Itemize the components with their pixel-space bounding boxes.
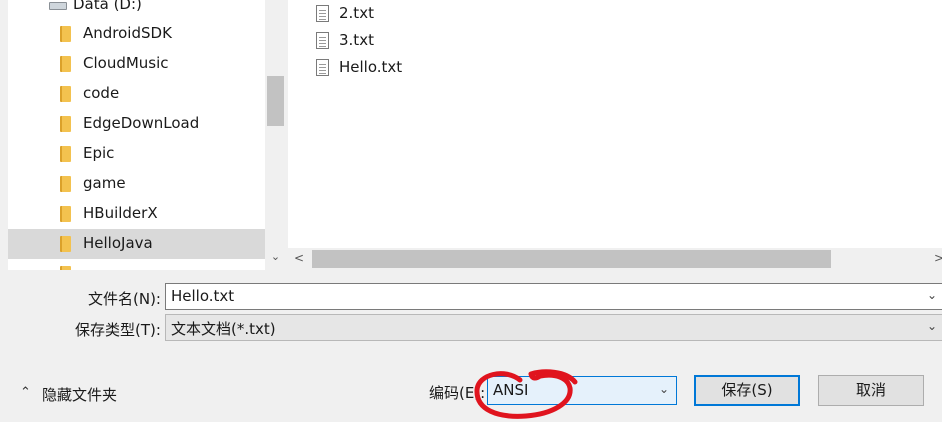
tree-item-label: game — [83, 174, 126, 192]
tree-item-folder-selected[interactable]: HelloJava — [8, 229, 265, 259]
tree-item-label: Data (D:) — [73, 0, 142, 13]
filetype-label: 保存类型(T): — [75, 321, 161, 339]
folder-icon — [60, 206, 71, 222]
text-file-icon — [316, 5, 329, 22]
file-name: Hello.txt — [339, 58, 403, 76]
navigation-tree[interactable]: Data (D:) AndroidSDK CloudMusic code Edg… — [8, 0, 265, 270]
tree-item-label: code — [83, 84, 120, 102]
filename-label: 文件名(N): — [88, 290, 161, 308]
chevron-down-icon: ⌄ — [658, 382, 669, 396]
file-list[interactable]: 2.txt 3.txt Hello.txt — [288, 0, 942, 248]
folder-icon — [60, 236, 71, 252]
file-list-horizontal-scrollbar[interactable]: < > — [288, 248, 942, 270]
chevron-right-icon[interactable]: > — [934, 251, 942, 265]
file-name: 3.txt — [339, 31, 374, 49]
tree-item-label: HelloJava — [83, 234, 153, 252]
tree-item-label: HBuilderX — [83, 204, 158, 222]
save-button[interactable]: 保存(S) — [694, 375, 800, 406]
tree-item-folder[interactable]: CloudMusic — [8, 49, 265, 79]
encoding-value: ANSI — [493, 381, 529, 399]
tree-item-folder[interactable]: Epic — [8, 139, 265, 169]
tree-item-label: EdgeDownLoad — [83, 114, 200, 132]
chevron-down-icon[interactable]: ⌄ — [927, 319, 937, 333]
file-item[interactable]: 3.txt — [288, 29, 588, 55]
file-item[interactable]: 2.txt — [288, 2, 588, 28]
save-as-dialog: Data (D:) AndroidSDK CloudMusic code Edg… — [0, 0, 942, 422]
chevron-left-icon[interactable]: < — [294, 251, 304, 265]
filename-value: Hello.txt — [171, 287, 235, 305]
tree-item-folder-partial[interactable] — [8, 259, 265, 270]
tree-item-folder[interactable]: EdgeDownLoad — [8, 109, 265, 139]
tree-item-folder[interactable]: HBuilderX — [8, 199, 265, 229]
folder-icon — [60, 176, 71, 192]
tree-item-label: CloudMusic — [83, 54, 169, 72]
chevron-up-icon: ⌃ — [20, 385, 31, 400]
drive-icon — [49, 2, 67, 10]
folder-icon — [60, 146, 71, 162]
folder-icon — [60, 266, 71, 270]
tree-item-folder[interactable]: game — [8, 169, 265, 199]
tree-item-label: AndroidSDK — [83, 24, 172, 42]
tree-item-drive[interactable]: Data (D:) — [8, 0, 265, 16]
tree-item-folder[interactable]: AndroidSDK — [8, 19, 265, 49]
hide-folders-label: 隐藏文件夹 — [42, 386, 118, 404]
text-file-icon — [316, 59, 329, 76]
folder-icon — [60, 56, 71, 72]
chevron-down-icon[interactable]: ⌄ — [269, 250, 282, 264]
tree-item-folder[interactable]: code — [8, 79, 265, 109]
folder-icon — [60, 86, 71, 102]
encoding-label: 编码(E): — [429, 384, 486, 402]
tree-item-label: Epic — [83, 144, 115, 162]
file-name: 2.txt — [339, 4, 374, 22]
scrollbar-thumb[interactable] — [312, 250, 831, 268]
scrollbar-thumb[interactable] — [267, 76, 284, 126]
filetype-select[interactable]: 文本文档(*.txt) ⌄ — [165, 314, 942, 341]
cancel-button[interactable]: 取消 — [818, 375, 924, 406]
folder-icon — [60, 26, 71, 42]
tree-vertical-scrollbar[interactable]: ⌄ — [265, 0, 285, 270]
text-file-icon — [316, 32, 329, 49]
chevron-down-icon[interactable]: ⌄ — [927, 288, 937, 302]
folder-icon — [60, 116, 71, 132]
filename-input[interactable]: Hello.txt ⌄ — [165, 283, 942, 310]
filetype-value: 文本文档(*.txt) — [171, 320, 276, 338]
encoding-select[interactable]: ANSI ⌄ — [487, 376, 677, 405]
hide-folders-toggle[interactable]: ⌃ 隐藏文件夹 — [20, 383, 130, 407]
file-item[interactable]: Hello.txt — [288, 56, 588, 82]
